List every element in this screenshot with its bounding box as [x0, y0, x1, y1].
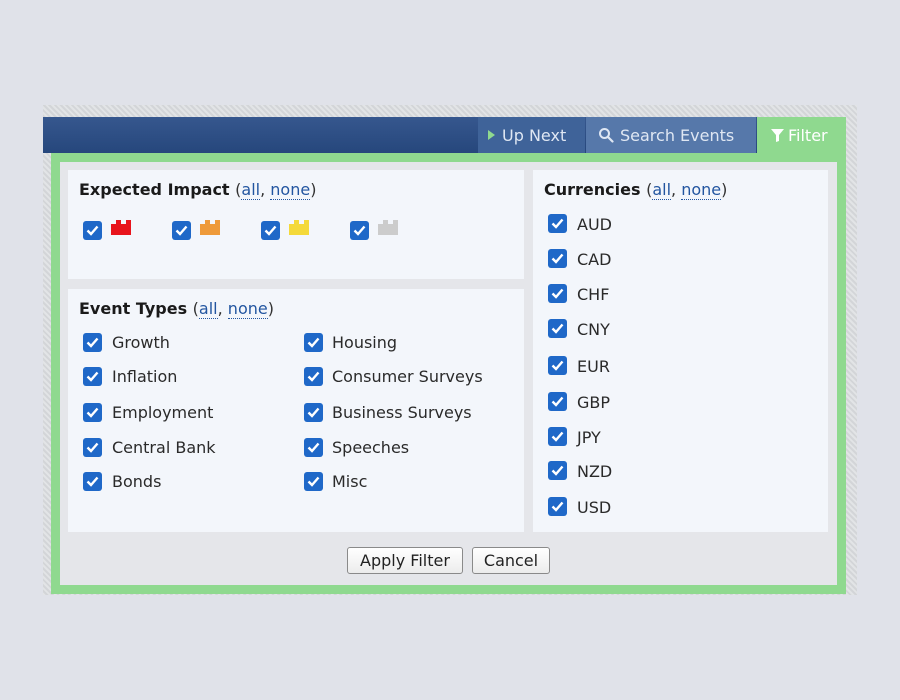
event-type-speeches-checkbox[interactable] [304, 438, 323, 457]
event-type-inflation-checkbox[interactable] [83, 367, 102, 386]
search-icon [599, 128, 614, 143]
apply-filter-button[interactable]: Apply Filter [347, 547, 463, 574]
impact-non-economic-checkbox[interactable] [350, 221, 369, 240]
event-type-bonds-label[interactable]: Bonds [112, 472, 161, 491]
tab-filter-label: Filter [788, 125, 828, 145]
currency-gbp-label[interactable]: GBP [577, 393, 610, 412]
currency-nzd-label[interactable]: NZD [577, 462, 612, 481]
currency-gbp-checkbox[interactable] [548, 392, 567, 411]
currency-aud-label[interactable]: AUD [577, 215, 612, 234]
impact-medium-icon [200, 220, 220, 235]
event-type-consumer-surveys-label[interactable]: Consumer Surveys [332, 367, 483, 386]
event-type-misc-label[interactable]: Misc [332, 472, 367, 491]
impact-high-icon [111, 220, 131, 235]
currencies-all-link[interactable]: all [652, 180, 672, 200]
currency-eur-label[interactable]: EUR [577, 357, 610, 376]
currency-chf-checkbox[interactable] [548, 284, 567, 303]
currency-aud-checkbox[interactable] [548, 214, 567, 233]
event-types-all-link[interactable]: all [198, 299, 218, 319]
impact-low-icon [289, 220, 309, 235]
play-icon [488, 130, 495, 140]
expected-impact-title: Expected Impact (all, none) [79, 180, 317, 200]
event-type-bonds-checkbox[interactable] [83, 472, 102, 491]
event-types-title: Event Types (all, none) [79, 299, 274, 319]
funnel-icon [771, 128, 784, 142]
event-type-central-bank-label[interactable]: Central Bank [112, 438, 216, 457]
event-type-growth-checkbox[interactable] [83, 333, 102, 352]
tab-up-next[interactable]: Up Next [478, 117, 585, 153]
currencies-title: Currencies (all, none) [544, 180, 728, 200]
impact-all-link[interactable]: all [241, 180, 261, 200]
event-type-housing-label[interactable]: Housing [332, 333, 397, 352]
currency-cad-label[interactable]: CAD [577, 250, 611, 269]
currency-nzd-checkbox[interactable] [548, 461, 567, 480]
event-types-none-link[interactable]: none [227, 299, 268, 319]
impact-low-checkbox[interactable] [261, 221, 280, 240]
impact-non-economic-icon [378, 220, 398, 235]
tab-search-events-label: Search Events [620, 125, 735, 145]
event-type-business-surveys-checkbox[interactable] [304, 403, 323, 422]
event-type-employment-checkbox[interactable] [83, 403, 102, 422]
impact-none-link[interactable]: none [270, 180, 311, 200]
cancel-button[interactable]: Cancel [472, 547, 550, 574]
event-type-consumer-surveys-checkbox[interactable] [304, 367, 323, 386]
event-type-inflation-label[interactable]: Inflation [112, 367, 177, 386]
currency-usd-label[interactable]: USD [577, 498, 611, 517]
currency-cny-label[interactable]: CNY [577, 320, 610, 339]
event-type-misc-checkbox[interactable] [304, 472, 323, 491]
tab-filter[interactable]: Filter [757, 117, 846, 153]
currency-chf-label[interactable]: CHF [577, 285, 609, 304]
impact-medium-checkbox[interactable] [172, 221, 191, 240]
tab-search-events[interactable]: Search Events [586, 117, 756, 153]
event-type-employment-label[interactable]: Employment [112, 403, 213, 422]
tab-up-next-label: Up Next [502, 125, 567, 145]
event-type-business-surveys-label[interactable]: Business Surveys [332, 403, 472, 422]
event-type-speeches-label[interactable]: Speeches [332, 438, 409, 457]
currency-cny-checkbox[interactable] [548, 319, 567, 338]
event-type-central-bank-checkbox[interactable] [83, 438, 102, 457]
currency-cad-checkbox[interactable] [548, 249, 567, 268]
currency-usd-checkbox[interactable] [548, 497, 567, 516]
currency-eur-checkbox[interactable] [548, 356, 567, 375]
event-type-housing-checkbox[interactable] [304, 333, 323, 352]
currency-jpy-checkbox[interactable] [548, 427, 567, 446]
currency-jpy-label[interactable]: JPY [577, 428, 601, 447]
event-type-growth-label[interactable]: Growth [112, 333, 170, 352]
currencies-none-link[interactable]: none [681, 180, 722, 200]
impact-high-checkbox[interactable] [83, 221, 102, 240]
